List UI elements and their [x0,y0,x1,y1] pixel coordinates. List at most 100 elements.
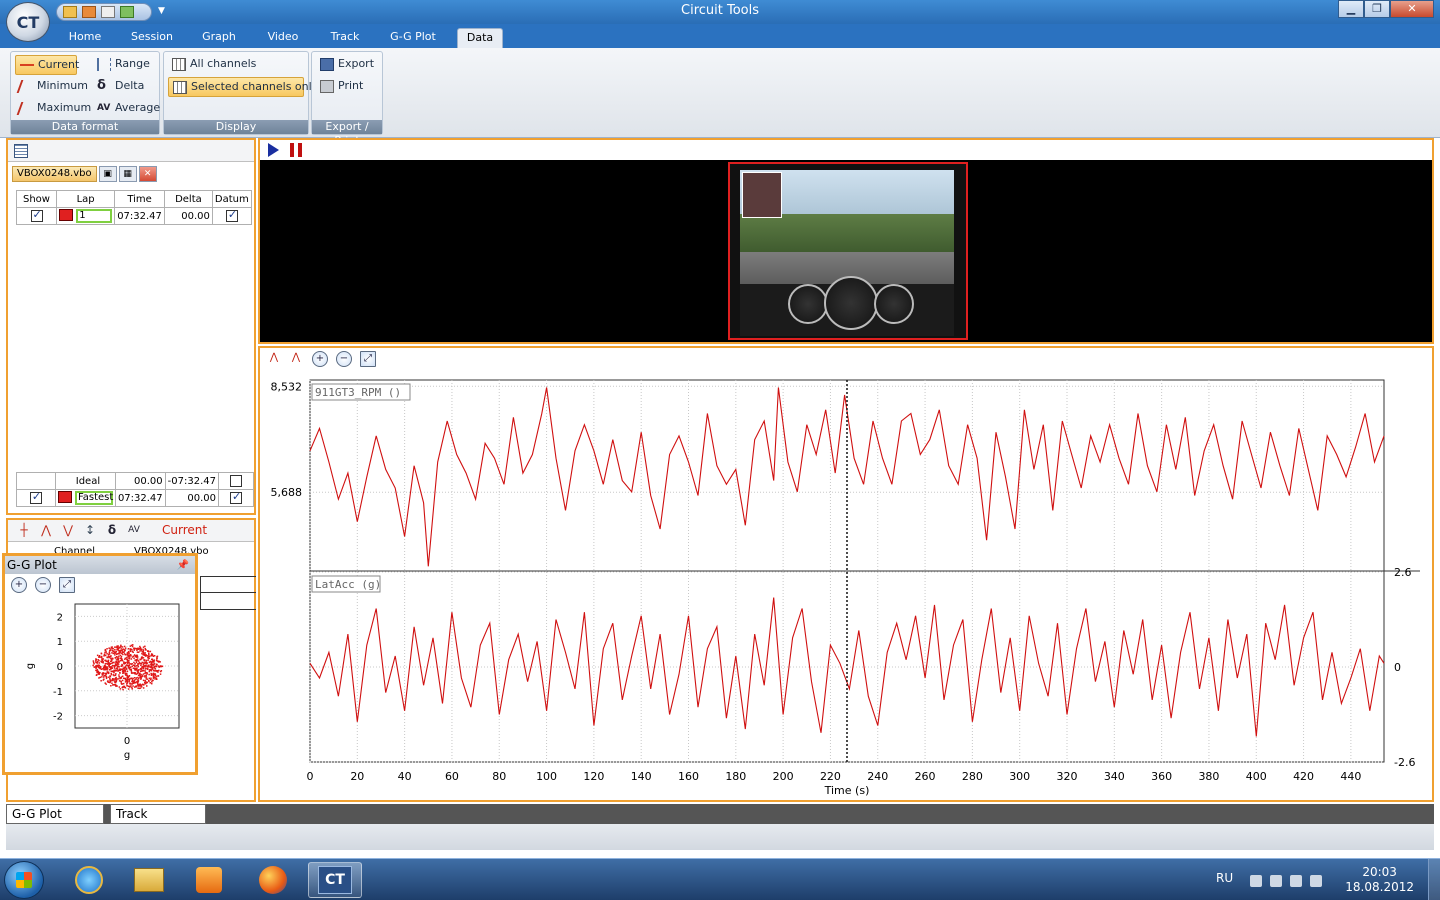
gg-point [137,678,140,680]
gg-point [117,678,119,680]
taskbar-windows-explorer[interactable] [122,862,176,898]
play-icon[interactable] [268,143,279,157]
gg-point [111,652,113,654]
datum-checkbox[interactable] [225,208,238,222]
open-folder-icon[interactable] [63,6,77,18]
overlay-icon[interactable]: ⋀ [288,351,304,367]
app-menu-button[interactable]: CT [6,2,50,42]
taskbar-firefox[interactable] [246,862,300,898]
table-row[interactable]: 1 07:32.47 00.00 [16,207,252,225]
lap-table-icon[interactable] [14,144,28,158]
gg-plot-chart[interactable]: 2 1 0 -1 -2 0 g g [5,594,195,772]
taskbar-media-player[interactable] [182,862,236,898]
taskbar-circuit-tools[interactable]: CT [308,862,362,898]
download-icon[interactable] [120,6,134,18]
lap-color-swatch[interactable] [59,209,73,221]
gg-point [160,665,162,667]
show-desktop-button[interactable] [1428,859,1440,900]
print-button[interactable]: Print [316,77,363,97]
zoom-in-icon[interactable]: + [11,577,27,593]
average-icon[interactable]: AV [126,524,142,538]
tab-gg-plot[interactable]: G-G Plot [384,28,442,48]
export-button[interactable]: Export [316,55,374,75]
quick-access-dropdown-icon[interactable]: ▼ [158,6,165,16]
lap-number[interactable]: 1 [76,209,113,223]
maximum-icon[interactable]: ⋀ [38,524,54,538]
gg-point [146,673,148,675]
maximize-button[interactable]: ❐ [1364,0,1390,18]
network-icon[interactable] [1270,875,1282,887]
x-tick-label: 0 [307,770,314,783]
volume-icon[interactable] [1310,875,1322,887]
fastest-delta: 00.00 [164,489,220,507]
start-button[interactable] [4,861,44,899]
selected-channels-only-button[interactable]: Selected channels only [168,77,318,97]
minimize-button[interactable]: ▁ [1338,0,1364,18]
gg-point [129,683,131,685]
gg-point [144,645,146,648]
fit-view-icon[interactable]: ⤢ [360,351,376,367]
gg-point [134,647,136,649]
average-button[interactable]: AV Average [93,99,160,119]
close-file-icon[interactable]: ✕ [138,166,157,182]
fastest-color-swatch[interactable] [57,491,72,503]
clock[interactable]: 20:03 18.08.2012 [1345,865,1414,895]
tab-home[interactable]: Home [62,28,108,48]
gg-point [145,659,148,662]
tab-data[interactable]: Data [457,28,503,48]
gg-point [124,657,127,659]
video-frame[interactable] [728,162,968,340]
gg-point [121,646,124,648]
pin-icon[interactable]: 📌 [177,557,189,575]
ideal-datum-checkbox[interactable] [230,475,242,487]
minimum-button[interactable]: Minimum [15,77,88,97]
tab-track[interactable]: Track [322,28,368,48]
gg-point [151,654,153,656]
current-icon[interactable]: ┼ [16,524,32,538]
delta-icon[interactable]: δ [104,524,120,538]
tab-graph[interactable]: Graph [196,28,242,48]
zoom-out-icon[interactable]: − [336,351,352,367]
fit-view-icon[interactable]: ⤢ [59,577,75,593]
zoom-in-icon[interactable]: + [312,351,328,367]
fastest-show-checkbox[interactable] [29,490,42,504]
selected-channels-icon [173,81,187,94]
graph-chart[interactable]: 0 20 40 60 80 100 120 140 160 180 200 220 240 260 280 3… [260,370,1432,800]
file-grid-icon[interactable]: ▦ [118,166,137,182]
tab-track-bottom[interactable]: Track [110,804,206,824]
gg-plot-title-bar[interactable]: G-G Plot 📌 [5,556,195,574]
close-button[interactable]: ✕ [1390,0,1434,18]
gg-point [103,678,105,680]
settings-icon[interactable] [101,6,115,18]
gg-point [110,656,112,658]
save-file-icon[interactable]: ▣ [98,166,117,182]
gg-point [142,663,145,666]
tab-gg-plot-bottom[interactable]: G-G Plot [6,804,104,824]
all-channels-button[interactable]: All channels [168,55,256,75]
zoom-out-icon[interactable]: − [35,577,51,593]
maximum-button[interactable]: Maximum [15,99,91,119]
range-icon[interactable]: ↕ [82,524,98,538]
gg-point [148,680,150,682]
minimum-icon[interactable]: ⋁ [60,524,76,538]
taskbar-internet-explorer[interactable] [62,862,116,898]
table-row[interactable]: Fastest 07:32.47 00.00 [16,489,254,507]
tab-session[interactable]: Session [126,28,178,48]
gg-point [113,669,115,671]
file-name-tab[interactable]: VBOX0248.vbo [12,166,97,182]
gg-point [143,665,145,667]
current-button[interactable]: Current [15,55,79,75]
power-icon[interactable] [1290,875,1302,887]
range-button[interactable]: Range [93,55,150,75]
tab-video[interactable]: Video [260,28,306,48]
pause-icon[interactable] [290,143,302,157]
language-indicator[interactable]: RU [1216,871,1233,885]
open-file-icon[interactable] [82,6,96,18]
action-center-icon[interactable] [1250,875,1262,887]
show-checkbox[interactable] [30,208,43,222]
gg-point [133,661,135,664]
cursor-icon[interactable]: ⋀ [266,351,282,367]
delta-button[interactable]: δ Delta [93,77,144,97]
gg-point [109,681,111,684]
fastest-datum-checkbox[interactable] [230,490,242,504]
